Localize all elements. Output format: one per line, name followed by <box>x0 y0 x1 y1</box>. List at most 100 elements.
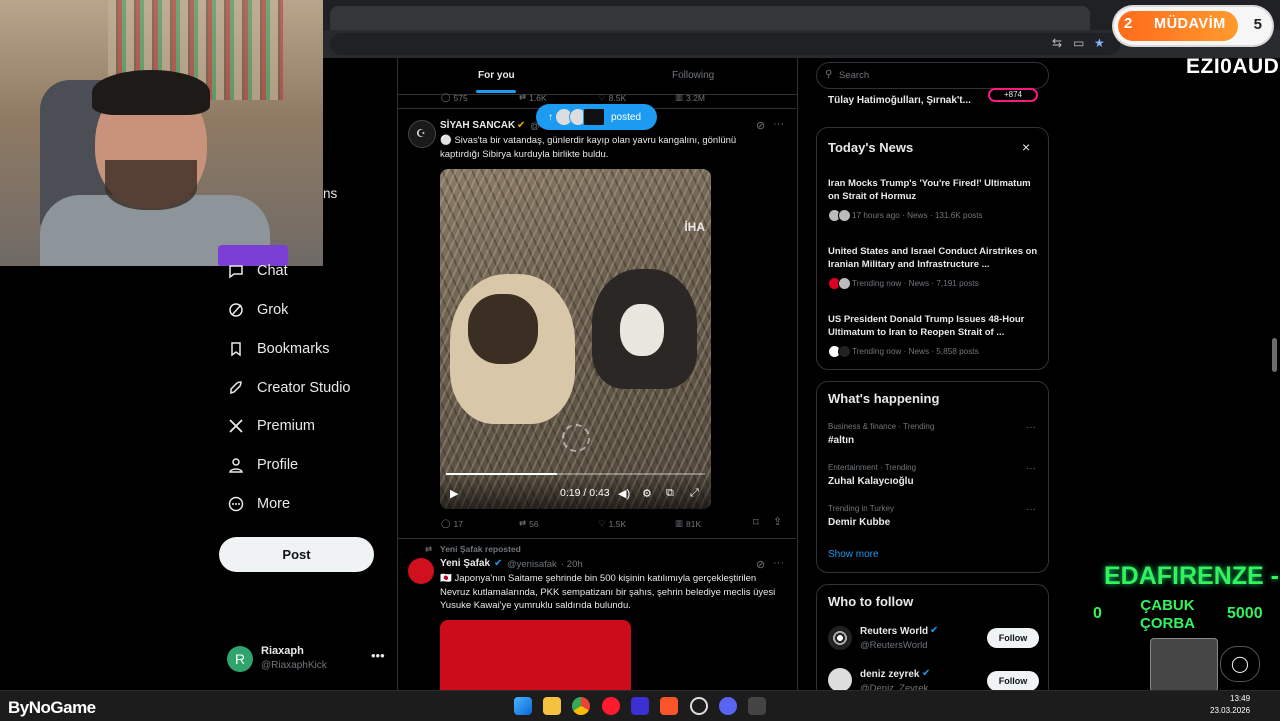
follow-handle[interactable]: @Deniz_Zeyrek <box>860 683 928 690</box>
trend-topic[interactable]: #altın <box>828 435 854 446</box>
badge-right-number: 5 <box>1253 16 1262 33</box>
search-icon: ⚲ <box>825 69 833 80</box>
repost-small-icon: ⇄ <box>425 544 433 554</box>
grok-icon[interactable]: ⊘ <box>756 119 765 132</box>
bookmark-star-icon[interactable]: ★ <box>1094 36 1105 50</box>
account-handle: @RiaxaphKick <box>261 660 327 671</box>
reply-button[interactable]: ◯ 575 <box>441 92 468 103</box>
author-handle[interactable]: @ <box>530 121 540 132</box>
more-dots-icon[interactable]: ••• <box>371 648 385 663</box>
account-switcher[interactable]: R Riaxaph @RiaxaphKick ••• <box>227 644 387 676</box>
post-button[interactable]: Post <box>219 537 374 572</box>
news-headline[interactable]: Iran Mocks Trump's 'You're Fired!' Ultim… <box>828 177 1043 203</box>
views-stat[interactable]: ▥ 3.2M <box>675 92 705 103</box>
repost-button[interactable]: ⇄ 1.6K <box>519 92 547 103</box>
nav-label: Bookmarks <box>257 341 330 357</box>
verified-icon: ✔ <box>930 625 939 636</box>
discord-icon[interactable] <box>719 697 737 715</box>
account-name: Riaxaph <box>261 645 304 657</box>
viewer-rank-badge: 2 MÜDAVİM 5 <box>1114 7 1272 45</box>
app-icon[interactable] <box>631 697 649 715</box>
like-button[interactable]: ♡ 8.5K <box>598 92 626 103</box>
bookmark-icon[interactable]: ⌑ <box>753 516 759 529</box>
windows-start-icon[interactable] <box>514 697 532 715</box>
trend-topic[interactable]: Zuhal Kalaycıoğlu <box>828 476 914 487</box>
views-icon: ▥ <box>675 518 684 528</box>
news-headline[interactable]: United States and Israel Conduct Airstri… <box>828 245 1043 271</box>
news-meta: 17 hours ago · News · 131.6K posts <box>828 209 983 222</box>
active-tab[interactable] <box>330 6 1090 30</box>
more-dots-icon[interactable]: ··· <box>1026 422 1036 433</box>
brave-icon[interactable] <box>660 697 678 715</box>
avatar[interactable] <box>828 668 852 692</box>
video-progress-bar[interactable] <box>446 473 705 475</box>
search-box[interactable]: ⚲ Search <box>816 62 1049 89</box>
author-name[interactable]: Yeni Şafak <box>440 558 490 569</box>
system-clock[interactable]: 13:49 23.03.2026 <box>1210 693 1250 717</box>
fullscreen-icon[interactable]: ⤢ <box>690 487 699 500</box>
scrollbar-thumb[interactable] <box>1272 338 1277 372</box>
pill-label: posted <box>611 111 642 123</box>
volume-icon[interactable]: ◀) <box>618 487 630 500</box>
author-handle[interactable]: @yenisafak <box>507 559 557 570</box>
more-dots-icon[interactable]: ··· <box>773 118 784 130</box>
reply-button[interactable]: ◯ 17 <box>441 518 463 529</box>
app-icon[interactable] <box>748 697 766 715</box>
follow-name[interactable]: deniz zeyrek <box>860 669 919 680</box>
nav-label: Grok <box>257 302 289 318</box>
views-stat[interactable]: ▥ 81K <box>675 518 701 529</box>
cast-icon[interactable]: ▭ <box>1073 36 1084 50</box>
nav-grok[interactable]: Grok <box>228 298 288 322</box>
settings-gear-icon[interactable]: ⚙ <box>642 487 652 500</box>
avatar[interactable] <box>828 626 852 650</box>
news-headline[interactable]: US President Donald Trump Issues 48-Hour… <box>828 313 1043 339</box>
play-icon[interactable]: ▶ <box>450 487 458 500</box>
webcam-overlay <box>0 0 323 266</box>
pip-icon[interactable]: ⧉ <box>666 487 674 500</box>
opera-icon[interactable] <box>602 697 620 715</box>
more-dots-icon[interactable]: ··· <box>773 557 784 569</box>
tab-for-you[interactable]: For you <box>476 70 516 93</box>
post-time[interactable]: · 20h <box>561 559 583 570</box>
follow-button[interactable]: Follow <box>987 628 1039 648</box>
like-button[interactable]: ♡ 1.5K <box>598 518 626 529</box>
heart-icon: ♡ <box>598 518 606 528</box>
translate-icon[interactable]: ⇆ <box>1052 36 1062 50</box>
tab-following[interactable]: Following <box>672 70 714 81</box>
nav-premium[interactable]: Premium <box>228 414 315 438</box>
nav-more[interactable]: More <box>228 492 290 516</box>
author-avatar[interactable] <box>408 558 434 584</box>
more-dots-icon[interactable]: ··· <box>1026 504 1036 515</box>
messages-button[interactable]: ◯ <box>1220 646 1260 682</box>
address-bar[interactable] <box>330 33 1120 55</box>
nav-creator-studio[interactable]: Creator Studio <box>228 376 351 400</box>
trend-partial[interactable]: Tülay Hatimoğulları, Şırnak't... <box>828 95 971 106</box>
more-dots-icon[interactable]: ··· <box>1026 463 1036 474</box>
chrome-icon[interactable] <box>572 697 590 715</box>
author-name[interactable]: SİYAH SANCAK <box>440 120 515 131</box>
reposted-by[interactable]: Yeni Şafak reposted <box>440 544 521 554</box>
follow-name[interactable]: Reuters World <box>860 626 928 637</box>
trend-count-badge: +874 <box>988 88 1038 102</box>
nav-profile[interactable]: Profile <box>228 453 298 477</box>
verified-gold-icon: ✔ <box>517 120 526 131</box>
tweet-image[interactable] <box>440 620 631 690</box>
follow-button[interactable]: Follow <box>987 671 1039 691</box>
like-count: 8.5K <box>608 92 627 103</box>
grok-icon[interactable]: ⊘ <box>756 558 765 571</box>
share-icon[interactable]: ⇪ <box>773 515 782 528</box>
search-input[interactable]: Search <box>839 70 869 81</box>
chatgpt-icon[interactable] <box>690 697 708 715</box>
video-player[interactable]: İHA ▶ 0:19 / 0:43 ◀) ⚙ ⧉ ⤢ <box>440 169 711 509</box>
close-icon[interactable]: × <box>1022 139 1030 155</box>
new-posts-pill[interactable]: ↑ posted <box>536 104 657 130</box>
nav-bookmarks[interactable]: Bookmarks <box>228 337 330 361</box>
nav-chat[interactable]: Chat <box>228 259 288 283</box>
file-explorer-icon[interactable] <box>543 697 561 715</box>
repost-button[interactable]: ⇄ 56 <box>519 518 539 529</box>
chat-icon <box>229 265 243 279</box>
follow-handle[interactable]: @ReutersWorld <box>860 640 928 651</box>
show-more-link[interactable]: Show more <box>828 549 879 560</box>
cup-graphic <box>1150 638 1218 692</box>
trend-topic[interactable]: Demir Kubbe <box>828 517 890 528</box>
